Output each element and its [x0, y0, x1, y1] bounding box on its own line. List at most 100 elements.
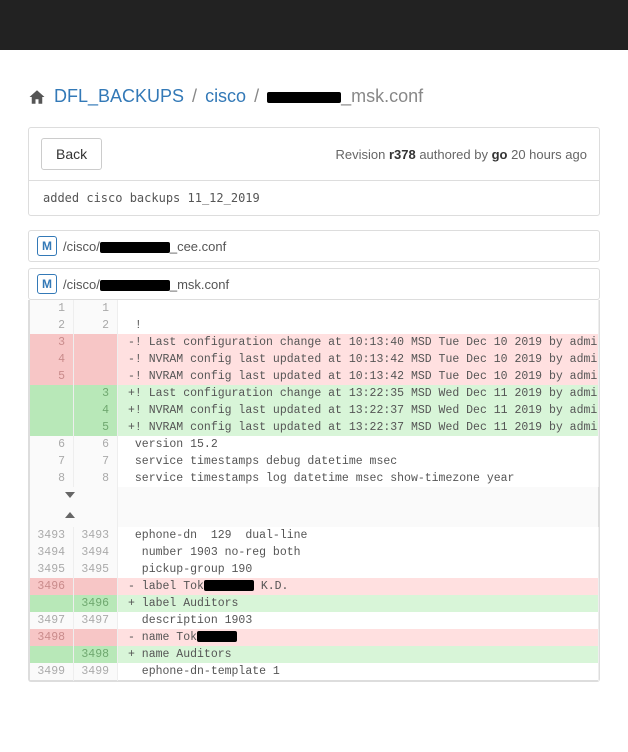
old-line-number: 8: [30, 470, 74, 487]
diff-code: +! NVRAM config last updated at 13:22:37…: [118, 419, 599, 436]
diff-code: + name Auditors: [118, 646, 599, 663]
old-line-number: [30, 385, 74, 402]
old-line-number: [30, 646, 74, 663]
diff-line: 34993499 ephone-dn-template 1: [30, 663, 599, 681]
new-line-number: [74, 578, 118, 595]
diff-line: 34943494 number 1903 no-reg both: [30, 544, 599, 561]
diff-line: 88 service timestamps log datetime msec …: [30, 470, 599, 487]
diff-code: ephone-dn 129 dual-line: [118, 527, 599, 544]
redacted-text: [204, 580, 254, 591]
diff-code: ephone-dn-template 1: [118, 663, 599, 681]
new-line-number: 3: [74, 385, 118, 402]
new-line-number: 5: [74, 419, 118, 436]
diff-line: 22 !: [30, 317, 599, 334]
commit-message: added cisco backups 11_12_2019: [29, 181, 599, 215]
file-header[interactable]: M/cisco/_cee.conf: [28, 230, 600, 262]
redacted-text: [100, 242, 170, 253]
diff-code: -! NVRAM config last updated at 10:13:42…: [118, 368, 599, 385]
redacted-text: [267, 92, 341, 103]
diff-view: 11 22 !3-! Last configuration change at …: [28, 300, 600, 682]
old-line-number: [30, 595, 74, 612]
diff-code: -! Last configuration change at 10:13:40…: [118, 334, 599, 351]
breadcrumb-mid[interactable]: cisco: [205, 86, 246, 107]
breadcrumb-sep: /: [254, 86, 259, 107]
diff-line: 3496+ label Auditors: [30, 595, 599, 612]
file-header[interactable]: M/cisco/_msk.conf: [28, 268, 600, 300]
revision-panel-header: Back Revision r378 authored by go 20 hou…: [29, 128, 599, 181]
modified-badge: M: [37, 274, 57, 294]
old-line-number: 6: [30, 436, 74, 453]
expand-context[interactable]: [30, 487, 599, 507]
old-line-number: 2: [30, 317, 74, 334]
diff-code: service timestamps debug datetime msec: [118, 453, 599, 470]
new-line-number: 6: [74, 436, 118, 453]
old-line-number: 3496: [30, 578, 74, 595]
redacted-text: [197, 631, 237, 642]
new-line-number: 2: [74, 317, 118, 334]
old-line-number: 3494: [30, 544, 74, 561]
chevron-up-icon: [65, 512, 75, 518]
diff-code: number 1903 no-reg both: [118, 544, 599, 561]
top-navbar: [0, 0, 628, 50]
new-line-number: 3499: [74, 663, 118, 681]
diff-line: 3498+ name Auditors: [30, 646, 599, 663]
new-line-number: 3494: [74, 544, 118, 561]
diff-line: 34953495 pickup-group 190: [30, 561, 599, 578]
diff-code: - name Tok: [118, 629, 599, 646]
file-path: /cisco/_msk.conf: [63, 277, 229, 292]
revision-author: go: [492, 147, 508, 162]
diff-code: + label Auditors: [118, 595, 599, 612]
diff-line: 3496- label Tok K.D.: [30, 578, 599, 595]
diff-line: 3+! Last configuration change at 13:22:3…: [30, 385, 599, 402]
diff-code: !: [118, 317, 599, 334]
diff-line: 77 service timestamps debug datetime mse…: [30, 453, 599, 470]
diff-code: -! NVRAM config last updated at 10:13:42…: [118, 351, 599, 368]
new-line-number: 3496: [74, 595, 118, 612]
diff-code: version 15.2: [118, 436, 599, 453]
old-line-number: 7: [30, 453, 74, 470]
diff-line: 66 version 15.2: [30, 436, 599, 453]
file-path: /cisco/_cee.conf: [63, 239, 226, 254]
old-line-number: 3495: [30, 561, 74, 578]
new-line-number: [74, 334, 118, 351]
diff-line: 34973497 description 1903: [30, 612, 599, 629]
diff-line: 4-! NVRAM config last updated at 10:13:4…: [30, 351, 599, 368]
breadcrumb: DFL_BACKUPS / cisco / _msk.conf: [28, 86, 600, 107]
new-line-number: 3498: [74, 646, 118, 663]
new-line-number: 3497: [74, 612, 118, 629]
diff-table: 11 22 !3-! Last configuration change at …: [29, 300, 599, 681]
redacted-text: [100, 280, 170, 291]
diff-code: pickup-group 190: [118, 561, 599, 578]
diff-line: 11: [30, 300, 599, 317]
old-line-number: 5: [30, 368, 74, 385]
diff-code: +! NVRAM config last updated at 13:22:37…: [118, 402, 599, 419]
back-button[interactable]: Back: [41, 138, 102, 170]
old-line-number: 3498: [30, 629, 74, 646]
diff-line: 3498 - name Tok: [30, 629, 599, 646]
breadcrumb-file: _msk.conf: [267, 86, 423, 107]
diff-line: 4+! NVRAM config last updated at 13:22:3…: [30, 402, 599, 419]
old-line-number: [30, 419, 74, 436]
old-line-number: 3493: [30, 527, 74, 544]
new-line-number: 7: [74, 453, 118, 470]
expand-context[interactable]: [30, 507, 599, 527]
new-line-number: [74, 351, 118, 368]
old-line-number: 1: [30, 300, 74, 317]
new-line-number: 3493: [74, 527, 118, 544]
revision-id: r378: [389, 147, 416, 162]
diff-code: service timestamps log datetime msec sho…: [118, 470, 599, 487]
diff-line: 3 -! Last configuration change at 10:13:4…: [30, 334, 599, 351]
new-line-number: [74, 368, 118, 385]
new-line-number: 3495: [74, 561, 118, 578]
diff-line: 5+! NVRAM config last updated at 13:22:3…: [30, 419, 599, 436]
diff-code: +! Last configuration change at 13:22:35…: [118, 385, 599, 402]
diff-line: 5 -! NVRAM config last updated at 10:13:4…: [30, 368, 599, 385]
revision-panel: Back Revision r378 authored by go 20 hou…: [28, 127, 600, 216]
old-line-number: 3: [30, 334, 74, 351]
home-icon[interactable]: [28, 88, 46, 106]
new-line-number: [74, 629, 118, 646]
breadcrumb-root[interactable]: DFL_BACKUPS: [54, 86, 184, 107]
diff-code: description 1903: [118, 612, 599, 629]
new-line-number: 4: [74, 402, 118, 419]
diff-line: 34933493 ephone-dn 129 dual-line: [30, 527, 599, 544]
